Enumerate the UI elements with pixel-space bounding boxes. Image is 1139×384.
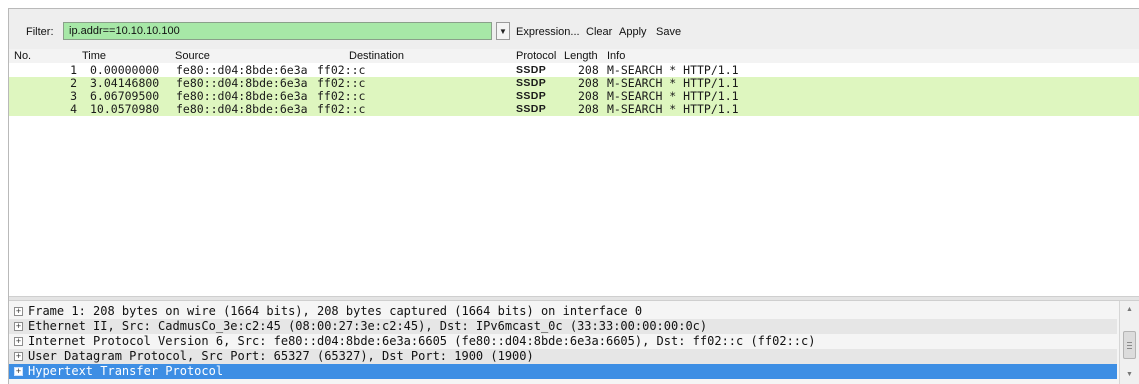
packet-details-pane: + Frame 1: 208 bytes on wire (1664 bits)… [9,301,1139,384]
packet-length: 208 [578,102,599,116]
detail-row-ipv6[interactable]: + Internet Protocol Version 6, Src: fe80… [9,334,1117,349]
detail-text: Hypertext Transfer Protocol [28,364,224,378]
column-header-protocol[interactable]: Protocol [516,50,556,62]
grip-line [1127,348,1132,349]
detail-text: Internet Protocol Version 6, Src: fe80::… [28,334,816,348]
column-header-time[interactable]: Time [82,50,106,62]
clear-button[interactable]: Clear [586,26,612,38]
wireshark-window: Filter: ▼ Expression... Clear Apply Save… [8,8,1139,384]
column-header-destination[interactable]: Destination [349,50,404,62]
expand-icon[interactable]: + [14,322,23,331]
grip-line [1127,342,1132,343]
packet-list: No. Time Source Destination Protocol Len… [9,49,1139,296]
packet-time: 10.0570980 [90,102,160,116]
detail-text: User Datagram Protocol, Src Port: 65327 … [28,349,534,363]
detail-text: Ethernet II, Src: CadmusCo_3e:c2:45 (08:… [28,319,708,333]
scroll-up-icon[interactable]: ▲ [1120,303,1139,317]
save-button[interactable]: Save [656,26,681,38]
expand-icon[interactable]: + [14,307,23,316]
column-header-source[interactable]: Source [175,50,210,62]
packet-no: 4 [70,102,77,116]
detail-row-ethernet[interactable]: + Ethernet II, Src: CadmusCo_3e:c2:45 (0… [9,319,1117,334]
apply-button[interactable]: Apply [619,26,647,38]
scroll-down-icon[interactable]: ▼ [1120,368,1139,382]
filter-toolbar: Filter: ▼ Expression... Clear Apply Save [9,9,1139,49]
expand-icon[interactable]: + [14,337,23,346]
display-filter-input[interactable] [63,22,492,40]
detail-row-udp[interactable]: + User Datagram Protocol, Src Port: 6532… [9,349,1117,364]
detail-row-http[interactable]: + Hypertext Transfer Protocol [9,364,1117,379]
column-header-no[interactable]: No. [14,50,31,62]
grip-line [1127,345,1132,346]
expression-button[interactable]: Expression... [516,26,580,38]
filter-dropdown-button[interactable]: ▼ [496,22,510,40]
details-scrollbar[interactable]: ▲ ▼ [1119,301,1139,384]
detail-text: Frame 1: 208 bytes on wire (1664 bits), … [28,304,643,318]
packet-protocol: SSDP [516,77,547,89]
packet-destination: ff02::c [317,102,366,116]
detail-row-frame[interactable]: + Frame 1: 208 bytes on wire (1664 bits)… [9,304,1117,319]
packet-list-header: No. Time Source Destination Protocol Len… [9,49,1139,63]
packet-protocol: SSDP [516,90,547,102]
scrollbar-thumb[interactable] [1123,331,1136,359]
packet-protocol: SSDP [516,64,547,76]
filter-label: Filter: [26,26,54,38]
expand-icon[interactable]: + [14,367,23,376]
column-header-info[interactable]: Info [607,50,625,62]
packet-row[interactable]: 4 10.0570980 fe80::d04:8bde:6e3a ff02::c… [9,103,1139,116]
packet-source: fe80::d04:8bde:6e3a [176,102,308,116]
column-header-length[interactable]: Length [564,50,598,62]
packet-protocol: SSDP [516,103,547,115]
expand-icon[interactable]: + [14,352,23,361]
dropdown-arrow-icon: ▼ [499,26,507,36]
packet-info: M-SEARCH * HTTP/1.1 [607,102,739,116]
